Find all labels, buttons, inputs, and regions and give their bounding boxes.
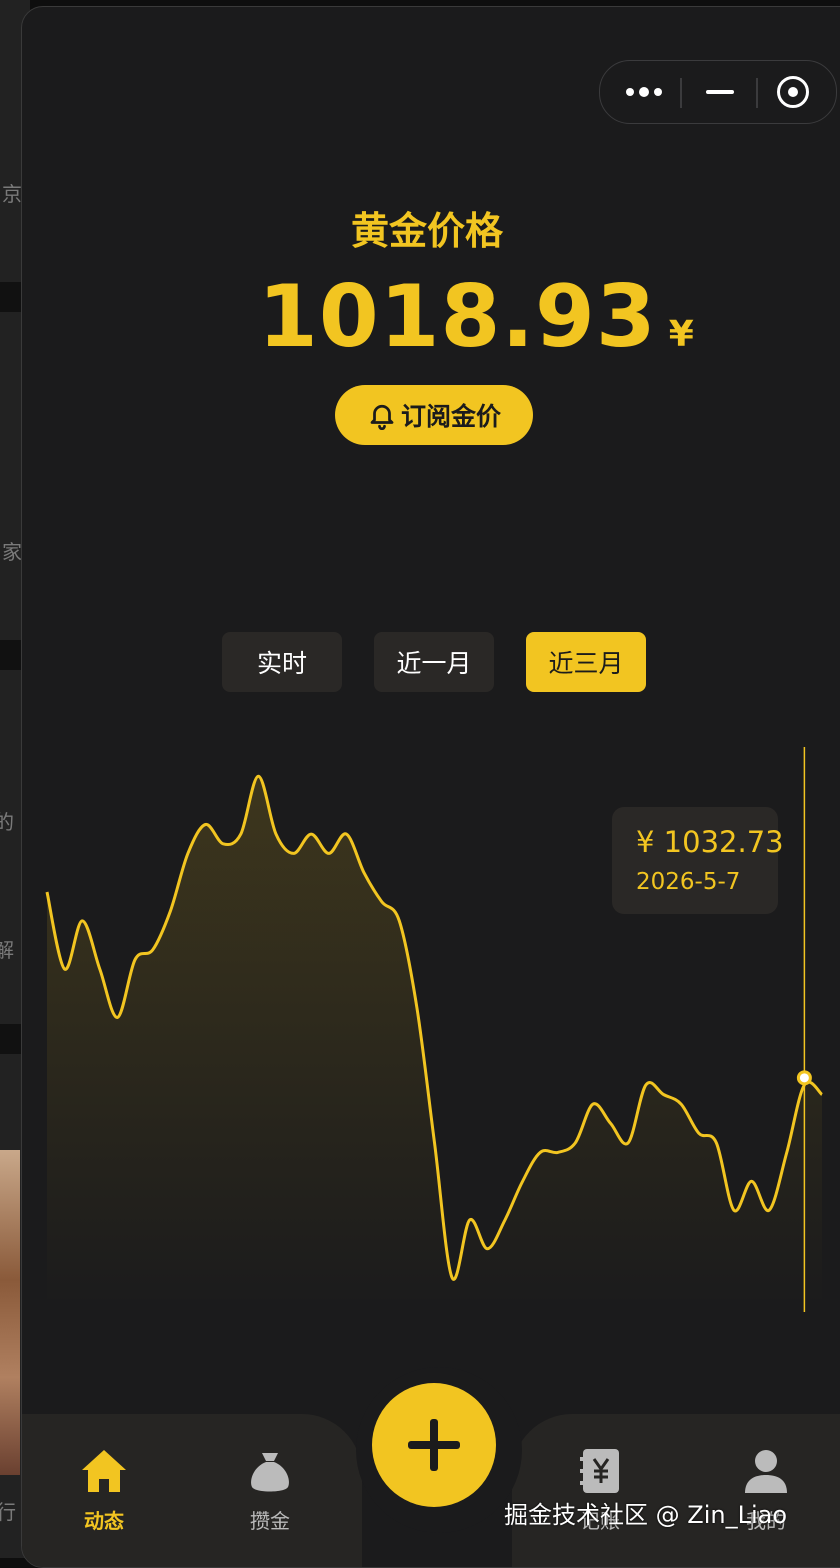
background-text: 的 <box>0 810 14 834</box>
watermark: 掘金技术社区 @ Zin_Liao <box>504 1501 788 1529</box>
price-tooltip: ¥ 1032.73 2026-5-7 <box>612 807 784 914</box>
background-text: 京 <box>2 182 22 206</box>
plus-icon <box>408 1419 460 1471</box>
tooltip-date: 2026-5-7 <box>636 869 741 895</box>
background-text: 行 <box>0 1500 16 1524</box>
user-icon <box>745 1450 787 1493</box>
nav-label: 攒金 <box>250 1509 290 1533</box>
nav-item-save-gold[interactable]: 攒金 <box>210 1447 330 1534</box>
chart-highlight-point[interactable] <box>796 1070 812 1086</box>
ledger-yen-icon <box>580 1449 619 1493</box>
tooltip-price: ¥ 1032.73 <box>636 825 784 859</box>
money-bag-icon <box>251 1453 289 1492</box>
price-chart[interactable] <box>22 7 840 1565</box>
home-icon <box>82 1450 126 1492</box>
background-text: 家 <box>2 540 22 564</box>
nav-label: 动态 <box>84 1509 124 1533</box>
nav-item-dynamic[interactable]: 动态 <box>44 1447 164 1534</box>
add-record-button[interactable] <box>372 1383 496 1507</box>
background-photo <box>0 1150 20 1475</box>
mini-program-window: 黄金价格 1018.93 ¥ 订阅金价 实时 近一月 近三月 ¥ 1032.73… <box>21 6 840 1568</box>
background-text: 解 <box>0 938 14 962</box>
